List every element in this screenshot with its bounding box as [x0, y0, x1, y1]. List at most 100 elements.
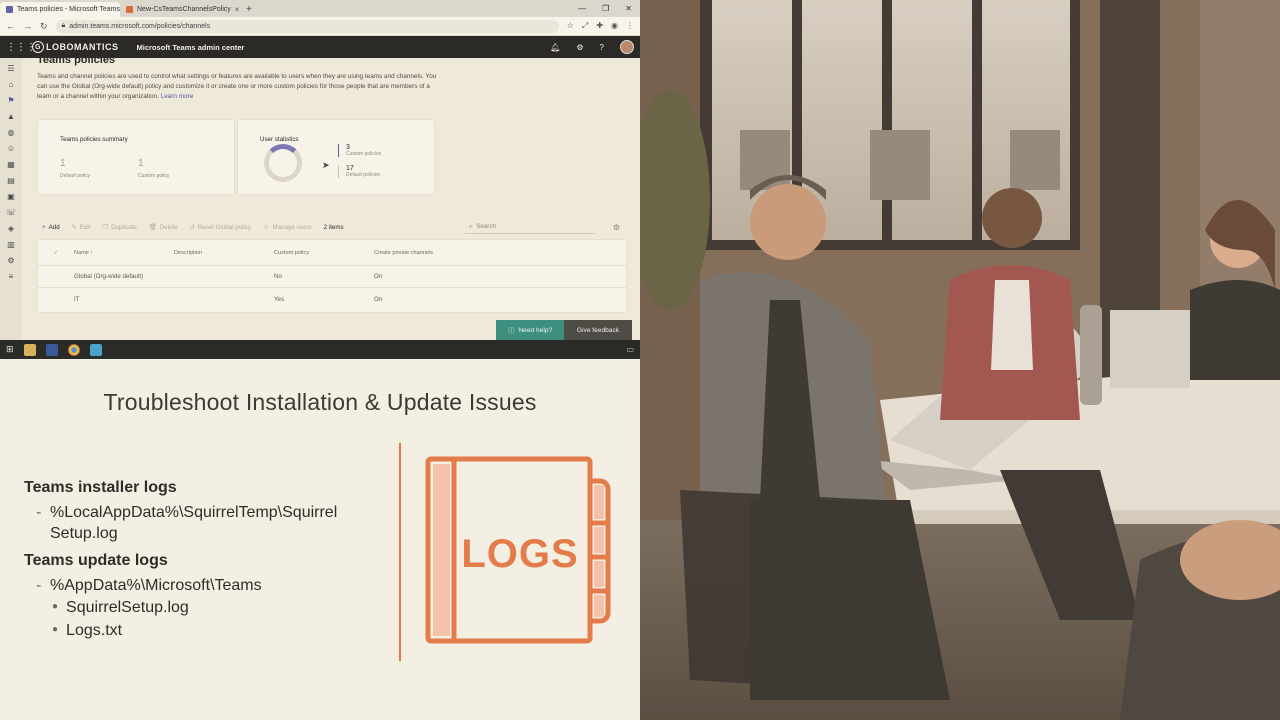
tab-label: New-CsTeamsChannelsPolicy [137, 6, 231, 13]
installer-logs-heading: Teams installer logs [24, 479, 177, 496]
plus-icon: + [42, 223, 46, 231]
voice-icon[interactable]: ☏ [4, 208, 18, 217]
reset-global-policy-button[interactable]: ↺ Reset Global policy [190, 224, 252, 231]
table-header-row: ✓ Name ↑ Description Custom policy Creat… [38, 240, 626, 266]
custom-policies-count: 3 [346, 144, 350, 151]
learn-more-link[interactable]: Learn more [161, 93, 194, 100]
chrome-icon[interactable] [67, 343, 80, 356]
org-settings-icon[interactable]: ⚙ [4, 256, 18, 265]
hamburger-icon[interactable]: ☰ [4, 64, 18, 73]
search-icon: ⌕ [468, 222, 473, 230]
help-icon[interactable]: ? [600, 43, 604, 52]
dash-bullet: - [36, 577, 42, 594]
new-tab-button[interactable]: + [240, 4, 258, 17]
give-feedback-button[interactable]: Give feedback [564, 320, 632, 340]
add-label: Add [48, 223, 60, 231]
browser-window: Teams policies - Microsoft Teams × New-C… [0, 0, 640, 340]
restore-icon[interactable]: ❐ [602, 4, 609, 13]
items-count: 2 items [323, 223, 344, 231]
header-actions: 🔔︎ ⚙ ? [550, 40, 634, 54]
update-file-item: ● Logs.txt [52, 622, 122, 640]
card-title: Teams policies summary [60, 136, 128, 143]
col-name[interactable]: Name ↑ [74, 250, 174, 256]
docs-favicon-icon [126, 6, 133, 13]
home-icon[interactable]: ⌂ [4, 80, 18, 89]
edit-button[interactable]: ✎ Edit [72, 224, 91, 231]
app-launcher-icon[interactable]: ⋮⋮⋮ [6, 42, 36, 53]
tab-new-cs-teams-channels-policy[interactable]: New-CsTeamsChannelsPolicy × [120, 2, 240, 17]
pencil-icon: ✎ [71, 223, 77, 231]
logs-badge: LOGS [461, 532, 578, 576]
extensions-area: ☆ ⤢ ✚ ◉ ⋮ [567, 21, 634, 31]
need-help-button[interactable]: ⓘ Need help? [496, 320, 564, 340]
page-description: Teams and channel policies are used to c… [37, 72, 437, 102]
update-log-path: - %AppData%\Microsoft\Teams [36, 575, 386, 596]
devices-icon[interactable]: ▲ [4, 112, 18, 121]
puzzle-icon[interactable]: ✚ [596, 21, 603, 31]
cell-name[interactable]: IT [74, 296, 174, 303]
windows-taskbar: ⊞ ▭ [0, 340, 640, 359]
meetings-icon[interactable]: ▦ [4, 160, 18, 169]
close-window-icon[interactable]: ✕ [625, 4, 632, 13]
col-custom-policy[interactable]: Custom policy [274, 250, 374, 256]
logo-mark: G [32, 41, 44, 53]
teams-icon[interactable]: ⚑ [4, 96, 18, 105]
col-description[interactable]: Description [174, 250, 274, 256]
cell-private: On [374, 295, 383, 303]
policies-table: ✓ Name ↑ Description Custom policy Creat… [38, 240, 626, 312]
table-row[interactable]: Global (Org-wide default) No On [38, 266, 626, 288]
slide-title: Troubleshoot Installation & Update Issue… [103, 389, 537, 415]
add-button[interactable]: + Add [42, 224, 60, 231]
profile-icon[interactable]: ◉ [611, 21, 618, 31]
address-bar-row: ← → ↻ 🔒︎ admin.teams.microsoft.com/polic… [0, 17, 640, 36]
reset-label: Reset Global policy [197, 223, 252, 231]
analytics-icon[interactable]: ▥ [4, 240, 18, 249]
search-box[interactable]: ⌕ Search [464, 220, 595, 234]
manage-users-button[interactable]: ☺ Manage users [263, 224, 312, 231]
powershell-icon[interactable] [45, 343, 58, 356]
custom-policies-label: Custom policies [346, 151, 382, 157]
remote-desktop-icon[interactable] [89, 343, 102, 356]
left-nav-rail: ☰ ⌂ ⚑ ▲ ◍ ☺ ▦ ▤ ▣ ☏ ◈ ▥ ⚙ ≡ [0, 58, 22, 340]
table-row[interactable]: IT Yes On [38, 288, 626, 310]
policy-icon[interactable]: ◈ [4, 224, 18, 233]
column-settings-icon[interactable]: ⚙ [613, 223, 620, 232]
forward-icon[interactable]: → [23, 21, 32, 31]
duplicate-button[interactable]: ❐ Duplicate [103, 224, 137, 231]
close-icon[interactable]: × [235, 5, 240, 14]
extension-icon[interactable]: ⤢ [582, 21, 588, 31]
user-statistics-card: User statistics ➤ 3 Custom policies 17 D… [238, 120, 434, 194]
logo-text: LOBOMANTICS [46, 42, 119, 52]
gear-icon[interactable]: ⚙ [576, 43, 583, 52]
users-icon[interactable]: ☺ [4, 144, 18, 153]
default-policy-count: 1 [60, 158, 66, 169]
apps-icon[interactable]: ▣ [4, 192, 18, 201]
bell-icon[interactable]: 🔔︎ [550, 43, 560, 52]
avatar[interactable] [620, 40, 634, 54]
messaging-icon[interactable]: ▤ [4, 176, 18, 185]
page-title: Teams policies [37, 58, 116, 66]
menu-dots-icon[interactable]: ⋮ [626, 21, 634, 31]
cell-name[interactable]: Global (Org-wide default) [74, 273, 174, 280]
reload-icon[interactable]: ↻ [40, 21, 48, 32]
app-title: Microsoft Teams admin center [136, 42, 245, 52]
dot-bullet: ● [52, 624, 59, 635]
planning-icon[interactable]: ≡ [4, 272, 18, 281]
file-explorer-icon[interactable] [23, 343, 36, 356]
select-all-checkbox[interactable]: ✓ [38, 250, 74, 256]
mouse-cursor-icon: ➤ [322, 160, 330, 170]
default-policies-stat: 17 Default policies [338, 165, 380, 178]
edit-label: Edit [79, 223, 91, 231]
back-icon[interactable]: ← [6, 21, 15, 31]
delete-button[interactable]: 🗑︎ Delete [149, 223, 178, 232]
locations-icon[interactable]: ◍ [4, 128, 18, 137]
url-field[interactable]: 🔒︎ admin.teams.microsoft.com/policies/ch… [55, 19, 559, 33]
tab-teams-policies[interactable]: Teams policies - Microsoft Teams × [0, 2, 120, 17]
notifications-icon[interactable]: ▭ [626, 345, 634, 354]
star-icon[interactable]: ☆ [567, 21, 574, 31]
minimize-icon[interactable]: — [578, 4, 586, 13]
windows-start-icon[interactable]: ⊞ [6, 344, 14, 356]
col-create-private-channels[interactable]: Create private channels [374, 250, 494, 256]
dot-bullet: ● [52, 601, 59, 612]
cell-custom: Yes [274, 295, 285, 303]
